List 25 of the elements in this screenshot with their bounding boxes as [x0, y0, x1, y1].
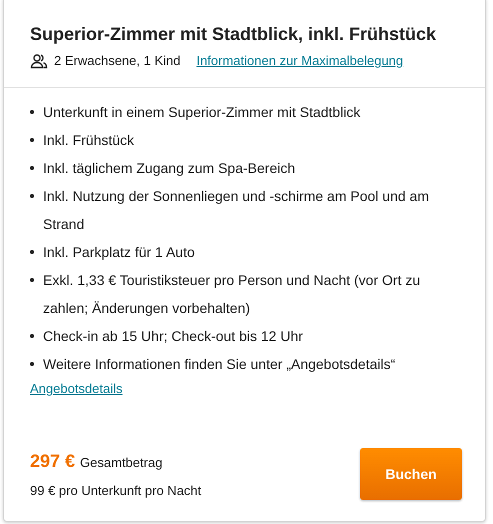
room-title: Superior-Zimmer mit Stadtblick, inkl. Frühstück: [30, 23, 436, 46]
nightly-price: 99 € pro Unterkunft pro Nacht: [30, 482, 202, 500]
occupancy-text: 2 Erwachsene, 1 Kind: [54, 52, 180, 70]
occupancy-info-link[interactable]: Informationen zur Maximalbelegung: [196, 51, 404, 71]
feature-item: Exkl. 1,33 € Touristiksteuer pro Person und Nacht (vor Ort zu zahlen; Änderungen vorbehalten): [30, 266, 459, 322]
book-button[interactable]: Buchen: [360, 448, 462, 500]
total-label: Gesamtbetrag: [80, 454, 162, 472]
feature-item: Inkl. Frühstück: [30, 126, 459, 154]
feature-item: Weitere Informationen finden Sie unter „Angebotsdetails“: [30, 350, 459, 378]
feature-item: Inkl. Nutzung der Sonnenliegen und -schirme am Pool und am Strand: [30, 182, 459, 238]
feature-item: Inkl. täglichem Zugang zum Spa-Bereich: [30, 154, 459, 182]
bullet-icon: [30, 362, 34, 366]
bullet-icon: [30, 166, 34, 170]
bullet-icon: [30, 334, 34, 338]
bullet-icon: [30, 250, 34, 254]
bullet-icon: [30, 138, 34, 142]
offer-details-link[interactable]: Angebotsdetails: [30, 378, 123, 400]
total-price: 297 €: [30, 450, 76, 473]
feature-item: Check-in ab 15 Uhr; Check-out bis 12 Uhr: [30, 322, 459, 350]
people-icon: [30, 53, 48, 69]
bullet-icon: [30, 194, 34, 198]
feature-item: Unterkunft in einem Superior-Zimmer mit Stadtblick: [30, 98, 459, 126]
feature-item: Inkl. Parkplatz für 1 Auto: [30, 238, 459, 266]
bullet-icon: [30, 110, 34, 114]
bullet-icon: [30, 278, 34, 282]
